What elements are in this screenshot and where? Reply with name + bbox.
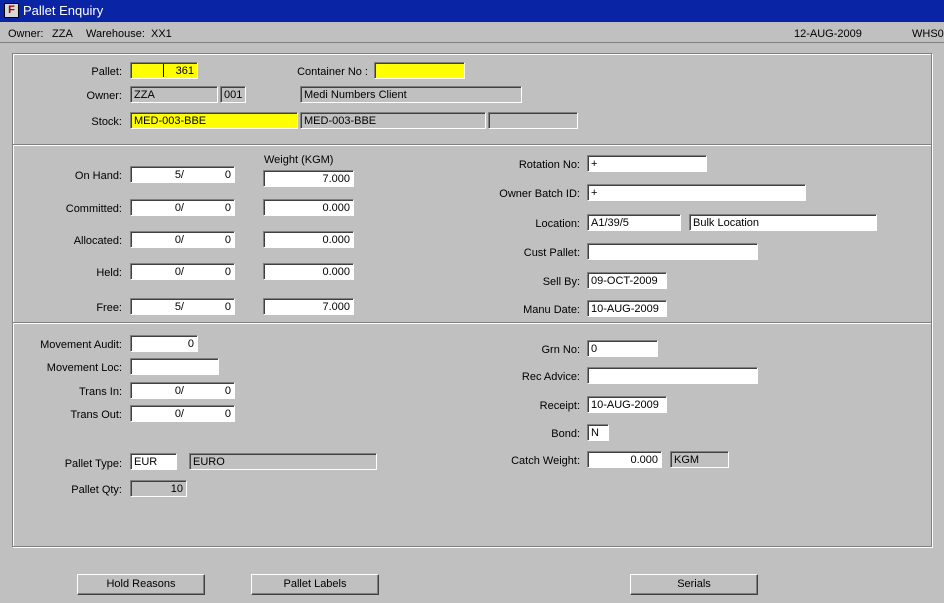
- held-sub: 0: [224, 266, 231, 278]
- held-qty: 0/: [174, 266, 184, 278]
- held-weight-field[interactable]: 0.000: [263, 263, 354, 280]
- info-code: WHS0: [912, 28, 944, 40]
- stock-desc-field[interactable]: MED-003-BBE: [300, 112, 486, 129]
- separator: [13, 144, 931, 146]
- pallet-labels-label: Pallet Labels: [283, 578, 347, 590]
- allocated-label: Allocated:: [73, 235, 122, 247]
- movement-audit-field[interactable]: 0: [130, 335, 198, 352]
- serials-label: Serials: [677, 578, 711, 590]
- owner-label: Owner:: [86, 90, 122, 102]
- info-bar: Owner: ZZA Warehouse: XX1 12-AUG-2009 WH…: [0, 22, 944, 43]
- free-sub: 0: [224, 301, 231, 313]
- app-icon[interactable]: F: [4, 3, 19, 18]
- location-desc-field[interactable]: Bulk Location: [689, 214, 877, 231]
- separator: [13, 322, 931, 324]
- on-hand-label: On Hand:: [74, 170, 122, 182]
- trans-in-sub: 0: [224, 385, 231, 397]
- info-owner: ZZA: [52, 28, 73, 40]
- movement-audit-label: Movement Audit:: [40, 339, 122, 351]
- committed-qty-field[interactable]: 0/ 0: [130, 199, 235, 216]
- sell-by-label: Sell By:: [542, 276, 580, 288]
- free-label: Free:: [96, 302, 122, 314]
- trans-out-label: Trans Out:: [70, 409, 122, 421]
- grn-field[interactable]: 0: [587, 340, 658, 357]
- serials-button[interactable]: Serials: [630, 574, 758, 595]
- held-qty-field[interactable]: 0/ 0: [130, 263, 235, 280]
- title-bar: F Pallet Enquiry: [0, 0, 944, 22]
- bond-field[interactable]: N: [587, 424, 609, 441]
- pallet-field[interactable]: 361: [130, 62, 198, 79]
- grn-label: Grn No:: [541, 344, 580, 356]
- owner-num-field[interactable]: 001: [220, 86, 246, 103]
- trans-out-field[interactable]: 0/ 0: [130, 405, 235, 422]
- window-title: Pallet Enquiry: [23, 3, 104, 18]
- receipt-label: Receipt:: [539, 400, 580, 412]
- stock-extra-field[interactable]: [488, 112, 578, 129]
- batch-label: Owner Batch ID:: [499, 188, 580, 200]
- pallet-type-label: Pallet Type:: [64, 458, 122, 470]
- sell-by-field[interactable]: 09-OCT-2009: [587, 272, 667, 289]
- batch-field[interactable]: +: [587, 184, 806, 201]
- cust-pallet-field[interactable]: [587, 243, 758, 260]
- trans-out-sub: 0: [224, 408, 231, 420]
- pallet-qty-label: Pallet Qty:: [71, 484, 122, 496]
- trans-in-field[interactable]: 0/ 0: [130, 382, 235, 399]
- on-hand-qty: 5/: [174, 169, 184, 181]
- pallet-type-field[interactable]: EUR: [130, 453, 177, 470]
- catch-unit-field[interactable]: KGM: [670, 451, 729, 468]
- location-label: Location:: [535, 218, 580, 230]
- cust-pallet-label: Cust Pallet:: [523, 247, 580, 259]
- pallet-type-desc-field[interactable]: EURO: [189, 453, 377, 470]
- pallet-label: Pallet:: [91, 66, 122, 78]
- info-warehouse: XX1: [151, 28, 172, 40]
- info-warehouse-label: Warehouse:: [86, 28, 145, 40]
- committed-label: Committed:: [65, 203, 122, 215]
- rotation-label: Rotation No:: [518, 159, 580, 171]
- owner-name-field[interactable]: Medi Numbers Client: [300, 86, 522, 103]
- movement-loc-label: Movement Loc:: [46, 362, 122, 374]
- field-divider: [163, 64, 164, 77]
- pallet-labels-button[interactable]: Pallet Labels: [251, 574, 379, 595]
- free-qty: 5/: [174, 301, 184, 313]
- manu-date-label: Manu Date:: [523, 304, 580, 316]
- trans-in-qty: 0/: [174, 385, 184, 397]
- catch-weight-label: Catch Weight:: [511, 455, 580, 467]
- allocated-weight-field[interactable]: 0.000: [263, 231, 354, 248]
- on-hand-sub: 0: [224, 169, 231, 181]
- container-field[interactable]: [374, 62, 465, 79]
- hold-reasons-label: Hold Reasons: [106, 578, 176, 590]
- rotation-field[interactable]: +: [587, 155, 707, 172]
- committed-qty: 0/: [174, 202, 184, 214]
- info-owner-label: Owner:: [8, 28, 44, 40]
- hold-reasons-button[interactable]: Hold Reasons: [77, 574, 205, 595]
- location-field[interactable]: A1/39/5: [587, 214, 681, 231]
- stock-label: Stock:: [91, 116, 122, 128]
- receipt-field[interactable]: 10-AUG-2009: [587, 396, 667, 413]
- allocated-sub: 0: [224, 234, 231, 246]
- allocated-qty-field[interactable]: 0/ 0: [130, 231, 235, 248]
- held-label: Held:: [96, 267, 122, 279]
- free-qty-field[interactable]: 5/ 0: [130, 298, 235, 315]
- weight-header: Weight (KGM): [264, 154, 334, 166]
- pallet-qty-field[interactable]: 10: [130, 480, 187, 497]
- committed-weight-field[interactable]: 0.000: [263, 199, 354, 216]
- trans-in-label: Trans In:: [79, 386, 122, 398]
- owner-code-field[interactable]: ZZA: [130, 86, 218, 103]
- trans-out-qty: 0/: [174, 408, 184, 420]
- pallet-value: 361: [175, 65, 194, 77]
- manu-date-field[interactable]: 10-AUG-2009: [587, 300, 667, 317]
- allocated-qty: 0/: [174, 234, 184, 246]
- catch-weight-field[interactable]: 0.000: [587, 451, 662, 468]
- committed-sub: 0: [224, 202, 231, 214]
- stock-code-field[interactable]: MED-003-BBE: [130, 112, 298, 129]
- movement-loc-field[interactable]: [130, 358, 219, 375]
- rec-advice-field[interactable]: [587, 367, 758, 384]
- rec-advice-label: Rec Advice:: [521, 371, 580, 383]
- free-weight-field[interactable]: 7.000: [263, 298, 354, 315]
- info-date: 12-AUG-2009: [794, 28, 862, 40]
- bond-label: Bond:: [551, 428, 580, 440]
- on-hand-qty-field[interactable]: 5/ 0: [130, 166, 235, 183]
- container-label: Container No :: [297, 66, 368, 78]
- on-hand-weight-field[interactable]: 7.000: [263, 170, 354, 187]
